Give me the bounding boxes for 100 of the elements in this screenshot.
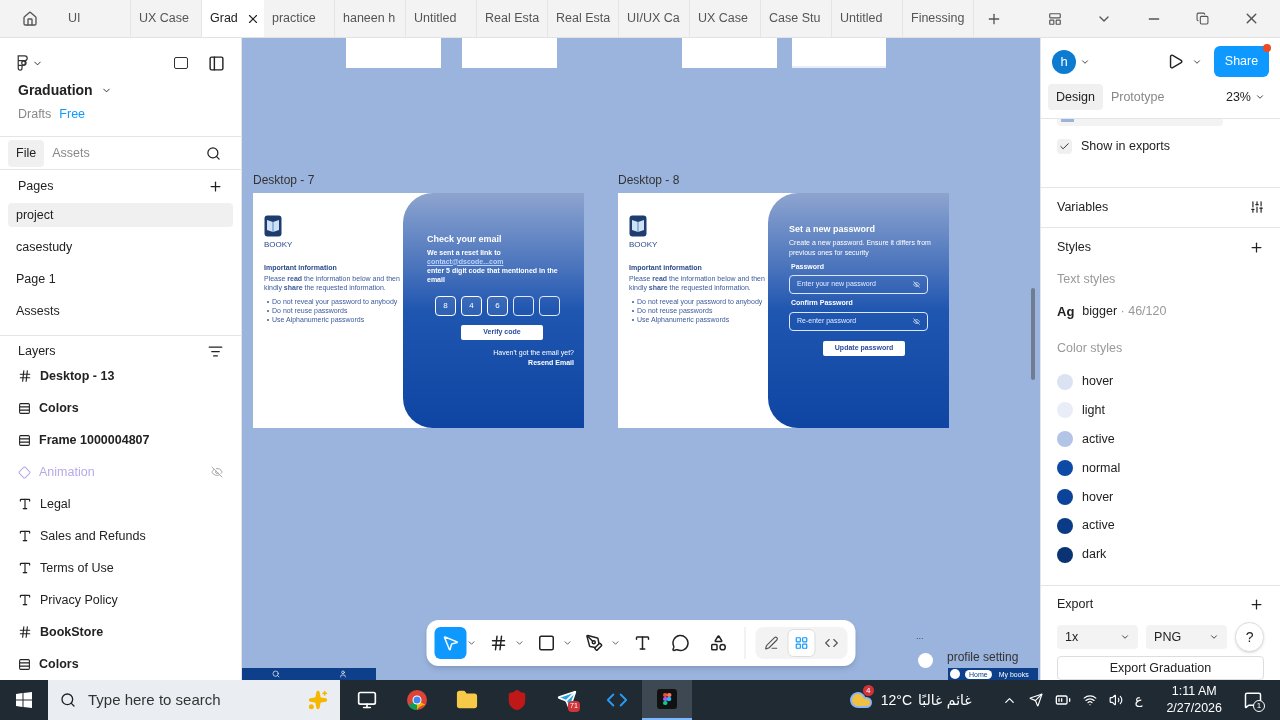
clock-date[interactable]: 2/27/2026 <box>1166 700 1222 717</box>
restore-icon[interactable] <box>1196 12 1209 25</box>
help-button[interactable]: ? <box>1235 622 1264 653</box>
checkbox[interactable] <box>1057 139 1072 154</box>
browser-tab[interactable]: haneen h <box>335 0 406 37</box>
browser-tab[interactable]: Untitled <box>832 0 903 37</box>
shield-icon <box>506 689 528 711</box>
frame-thumbnail[interactable] <box>792 38 886 68</box>
browser-tab[interactable]: UX Case <box>690 0 761 37</box>
code-digit-field[interactable] <box>513 295 534 316</box>
browser-tab[interactable]: practice <box>264 0 335 37</box>
search-icon[interactable] <box>206 145 221 161</box>
zoom-level[interactable]: 23% <box>1225 87 1251 107</box>
caret-icon[interactable] <box>562 638 573 648</box>
logo-icon[interactable] <box>16 54 28 72</box>
code-digit-field[interactable]: 8 <box>435 295 456 316</box>
code-digit-field[interactable] <box>539 295 560 316</box>
add-icon[interactable] <box>1249 596 1264 612</box>
speaker-icon[interactable] <box>1108 693 1123 707</box>
plan-label: Free <box>59 106 86 124</box>
panel-tab[interactable]: Prototype <box>1102 83 1173 111</box>
browser-tab[interactable]: Real Esta <box>548 0 619 37</box>
taskbar-app[interactable] <box>642 680 692 720</box>
color-style-item[interactable]: active <box>1082 429 1115 449</box>
layer-item[interactable]: Sales and Refunds <box>40 526 146 546</box>
layer-item[interactable]: BookStore <box>40 622 104 642</box>
browser-tab[interactable]: Case Stu <box>761 0 832 37</box>
color-style-item[interactable]: hover <box>1082 372 1114 392</box>
color-style-item[interactable]: normal <box>1082 458 1121 478</box>
page-item[interactable]: Assests <box>8 299 233 324</box>
color-style-item[interactable]: light <box>1082 401 1105 420</box>
scale-select[interactable]: 1x <box>1057 625 1139 650</box>
design-frame[interactable] <box>253 193 584 428</box>
frame-label[interactable]: profile setting <box>947 648 1019 666</box>
book-logo-icon <box>264 215 282 237</box>
notification-badge: 1 <box>1253 700 1265 712</box>
scrollbar[interactable] <box>1031 288 1035 380</box>
sidebar-toggle-icon[interactable] <box>208 54 225 72</box>
check-icon <box>1059 141 1070 152</box>
add-icon[interactable] <box>1249 239 1264 255</box>
panel-tab[interactable]: Design <box>1048 83 1103 111</box>
list-icon[interactable] <box>208 343 223 359</box>
layer-item[interactable]: Desktop - 13 <box>40 366 115 386</box>
browser-tab[interactable]: Grad <box>202 0 264 37</box>
notifications-icon[interactable] <box>1244 691 1262 709</box>
layer-item[interactable]: Privacy Policy <box>40 590 118 610</box>
layer-item[interactable]: Legal <box>40 494 71 514</box>
page-item[interactable]: Page 1 <box>8 267 233 292</box>
sparkles-icon <box>308 690 328 710</box>
add-icon[interactable] <box>208 179 223 195</box>
caret-icon[interactable] <box>610 638 621 648</box>
mode-button[interactable] <box>787 629 816 657</box>
panel-tab[interactable]: File <box>8 139 45 167</box>
frame-icon <box>18 369 32 383</box>
language-indicator[interactable]: ع <box>1134 690 1143 710</box>
frame-label[interactable]: Desktop - 7 <box>253 171 584 189</box>
browser-tab[interactable]: UI <box>60 0 131 37</box>
paper-plane-icon[interactable] <box>1028 693 1043 707</box>
layer-item[interactable]: Colors <box>39 398 79 418</box>
page-item[interactable]: casestudy <box>8 235 233 260</box>
search-input[interactable]: Type here to search <box>88 688 296 712</box>
window-icon[interactable] <box>1048 11 1062 26</box>
panel-tab[interactable]: Assets <box>44 139 98 167</box>
browser-tab[interactable]: Finessing <box>903 0 974 37</box>
sliders-icon[interactable] <box>1250 200 1264 215</box>
caret-icon[interactable] <box>466 638 477 648</box>
clock-time[interactable]: 1:11 AM <box>1171 683 1217 700</box>
caret-icon[interactable] <box>514 638 525 648</box>
play-icon[interactable] <box>1167 53 1184 71</box>
layer-item[interactable]: Colors <box>39 654 79 674</box>
frame-thumbnail[interactable] <box>346 38 441 68</box>
home-icon[interactable] <box>22 10 38 27</box>
layer-item[interactable]: Frame 1000004807 <box>39 430 150 450</box>
section-icon <box>18 657 31 671</box>
windows-logo-icon[interactable] <box>16 692 32 708</box>
section-heading: Variables <box>1057 199 1109 216</box>
format-select[interactable]: PNG <box>1146 625 1228 650</box>
frame-thumbnail[interactable] <box>242 668 376 680</box>
color-style-item[interactable]: hover <box>1082 487 1114 507</box>
design-frame[interactable] <box>618 193 949 428</box>
frame-thumbnail[interactable] <box>462 38 557 68</box>
browser-tab[interactable]: Real Esta <box>477 0 548 37</box>
file-name[interactable]: Graduation <box>18 80 93 102</box>
frame-thumbnail[interactable] <box>682 38 777 68</box>
user-avatar[interactable]: h <box>1052 49 1076 74</box>
taskbar-search-field[interactable]: Type here to search <box>48 680 340 720</box>
page-item[interactable]: project <box>8 203 233 228</box>
frame-label[interactable]: Desktop - 8 <box>618 171 949 189</box>
code-digit-field[interactable]: 6 <box>487 295 508 316</box>
text-style-item[interactable]: bigger · 46/120 <box>1082 301 1167 321</box>
layer-item[interactable]: Terms of Use <box>40 558 114 578</box>
color-style-item[interactable]: active <box>1082 516 1115 536</box>
ai-text-icon[interactable] <box>174 57 188 70</box>
battery-icon[interactable] <box>1054 692 1071 708</box>
code-digit-field[interactable]: 4 <box>461 295 482 316</box>
color-style-item[interactable]: dark <box>1082 545 1107 564</box>
browser-tab[interactable]: UI/UX Ca <box>619 0 690 37</box>
browser-tab[interactable]: Untitled <box>406 0 477 37</box>
export-button[interactable]: Export Graduation <box>1057 656 1264 680</box>
wifi-icon[interactable] <box>1082 693 1097 707</box>
